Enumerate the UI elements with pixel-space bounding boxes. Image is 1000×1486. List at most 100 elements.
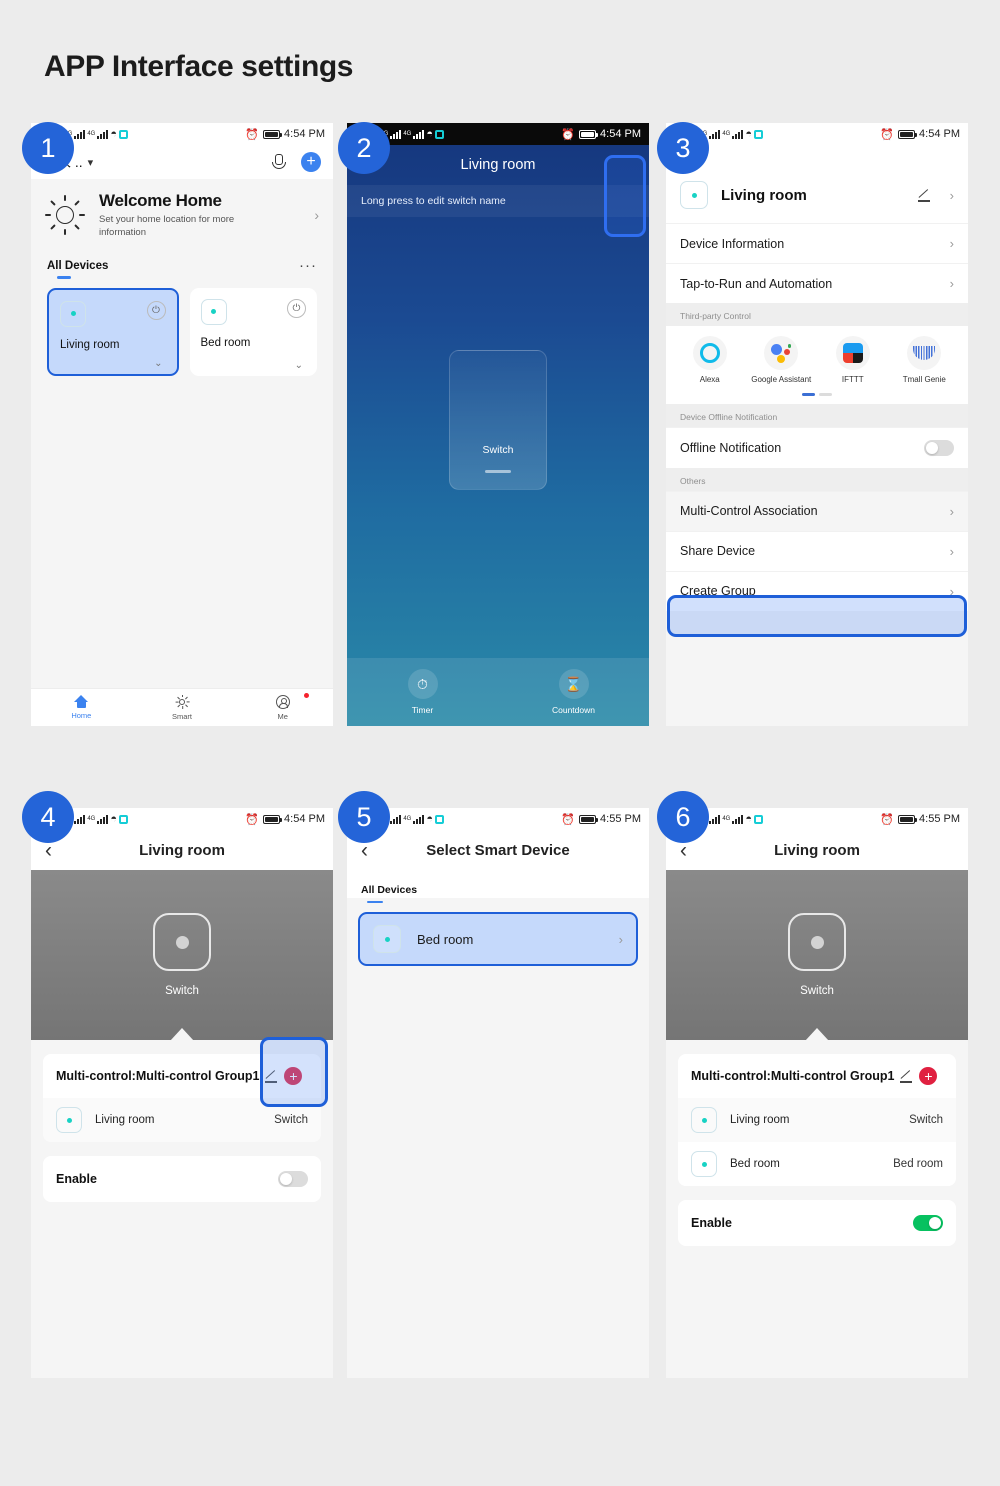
add-member-button[interactable]: + bbox=[919, 1067, 938, 1085]
member-right-label: Switch bbox=[274, 1114, 308, 1126]
welcome-card[interactable]: Welcome Home Set your home location for … bbox=[31, 179, 333, 250]
microphone-icon[interactable] bbox=[269, 153, 287, 171]
device-card-living-room[interactable]: ⏻ Living room ⌄ bbox=[47, 287, 179, 376]
countdown-button[interactable]: ⌛ Countdown bbox=[498, 658, 649, 726]
battery-icon bbox=[263, 814, 283, 824]
app-badge-icon bbox=[434, 129, 444, 139]
chevron-right-icon: › bbox=[949, 236, 954, 251]
spacer bbox=[666, 145, 968, 167]
signal-icon-2 bbox=[732, 814, 744, 824]
clock-text: 4:54 PM bbox=[600, 128, 641, 140]
signal-icon-1 bbox=[74, 129, 86, 139]
step-badge-3: 3 bbox=[657, 122, 709, 174]
row-label: Multi-Control Association bbox=[680, 504, 818, 518]
chevron-right-icon: › bbox=[314, 207, 319, 224]
row-share-device[interactable]: Share Device › bbox=[666, 530, 968, 571]
device-name: Living room bbox=[60, 338, 120, 351]
power-icon[interactable]: ⏻ bbox=[287, 298, 306, 318]
battery-icon bbox=[579, 129, 599, 139]
tab-me[interactable]: Me bbox=[232, 689, 333, 726]
timer-button[interactable]: ⏱ Timer bbox=[347, 658, 498, 726]
signal-icon-1 bbox=[709, 814, 721, 824]
enable-toggle[interactable] bbox=[913, 1215, 943, 1231]
row-offline-notification[interactable]: Offline Notification bbox=[666, 426, 968, 468]
row-tap-to-run-automation[interactable]: Tap-to-Run and Automation › bbox=[666, 263, 968, 303]
tab-home[interactable]: Home bbox=[31, 689, 132, 726]
row-device-information[interactable]: Device Information › bbox=[666, 223, 968, 263]
countdown-label: Countdown bbox=[551, 705, 595, 715]
app-badge-icon bbox=[118, 814, 128, 824]
member-name: Living room bbox=[730, 1114, 790, 1126]
device-title-row[interactable]: Living room › bbox=[666, 167, 968, 223]
app-bar-title: Living room bbox=[139, 841, 225, 859]
signal-icon-2 bbox=[97, 814, 109, 824]
chevron-right-icon: › bbox=[949, 187, 954, 203]
alarm-icon: ⏰ bbox=[880, 813, 895, 826]
device-hero: Switch bbox=[666, 870, 968, 1040]
third-party-label: Tmall Genie bbox=[902, 375, 946, 384]
row-label: Share Device bbox=[680, 544, 756, 558]
icon-bubble bbox=[764, 336, 799, 370]
app-badge-icon bbox=[753, 814, 763, 824]
switch-tile-icon bbox=[153, 913, 211, 971]
status-right: ⏰ 4:55 PM bbox=[561, 813, 641, 826]
signal-icon-1 bbox=[390, 129, 402, 139]
signal-icon-1 bbox=[390, 814, 402, 824]
enable-label: Enable bbox=[691, 1216, 732, 1230]
third-party-tmall-genie[interactable]: Tmall Genie bbox=[889, 336, 961, 385]
welcome-title: Welcome Home bbox=[99, 191, 222, 210]
add-device-button[interactable]: + bbox=[301, 152, 321, 172]
more-options-icon[interactable]: ··· bbox=[299, 258, 317, 273]
tab-label: Home bbox=[71, 711, 92, 720]
third-party-ifttt[interactable]: IFTTT bbox=[817, 336, 889, 385]
enable-toggle[interactable] bbox=[278, 1171, 308, 1187]
multi-control-card: Multi-control:Multi-control Group1 + Liv… bbox=[678, 1054, 956, 1186]
battery-icon bbox=[263, 129, 283, 139]
chevron-right-icon: › bbox=[949, 276, 954, 291]
device-card-bed-room[interactable]: ⏻ Bed room ⌄ bbox=[189, 287, 317, 376]
pencil-icon[interactable] bbox=[917, 189, 931, 202]
chevron-down-icon[interactable]: ⌄ bbox=[154, 358, 162, 369]
app-bar: ‹ Living room bbox=[31, 830, 333, 870]
power-icon[interactable]: ⏻ bbox=[146, 300, 166, 320]
switch-handle[interactable] bbox=[485, 470, 511, 473]
tab-smart[interactable]: Smart bbox=[132, 689, 233, 726]
row-label: Device Information bbox=[680, 236, 785, 251]
wifi-icon: ◓ bbox=[745, 127, 752, 140]
clock-text: 4:54 PM bbox=[284, 128, 325, 140]
member-row[interactable]: Bed room Bed room bbox=[678, 1142, 956, 1186]
app-badge-icon bbox=[118, 129, 128, 139]
member-name: Living room bbox=[95, 1114, 155, 1126]
device-tile-icon bbox=[691, 1151, 717, 1177]
network-gen-2: 4G bbox=[87, 131, 96, 137]
status-bar: bile ile HD 2G 4G ◓ ⏰ 4:55 PM bbox=[347, 808, 649, 830]
network-gen-2: 4G bbox=[722, 816, 731, 822]
section-others: Others bbox=[666, 467, 968, 491]
sun-icon bbox=[45, 195, 85, 236]
all-devices-section-header: All Devices ··· bbox=[31, 249, 333, 279]
third-party-google-assistant[interactable]: Google Assistant bbox=[746, 336, 818, 385]
icon-bubble bbox=[907, 336, 942, 370]
third-party-alexa[interactable]: Alexa bbox=[674, 336, 746, 385]
tab-all-devices[interactable]: All Devices bbox=[361, 884, 417, 903]
member-row[interactable]: Living room Switch bbox=[678, 1098, 956, 1142]
step-badge-4: 4 bbox=[22, 791, 74, 843]
highlight-box-add-member bbox=[260, 1037, 328, 1107]
timer-label: Timer bbox=[411, 705, 434, 715]
group-title: Multi-control:Multi-control Group1 bbox=[56, 1069, 260, 1083]
offline-notification-toggle[interactable] bbox=[924, 439, 954, 456]
member-name: Bed room bbox=[730, 1158, 780, 1170]
tab-all-devices[interactable]: All Devices bbox=[47, 260, 108, 279]
enable-card: Enable bbox=[43, 1156, 321, 1202]
status-right: ⏰ 4:54 PM bbox=[245, 813, 325, 826]
app-bar: ‹ Living room bbox=[666, 830, 968, 870]
app-bar-title: Living room bbox=[460, 157, 536, 173]
chevron-down-icon[interactable]: ⌄ bbox=[295, 360, 303, 371]
device-row-bed-room[interactable]: Bed room › bbox=[358, 912, 638, 966]
row-multi-control-association[interactable]: Multi-Control Association › bbox=[666, 490, 968, 531]
welcome-subtitle: Set your home location for more informat… bbox=[99, 214, 235, 238]
pencil-icon[interactable] bbox=[900, 1070, 913, 1083]
third-party-label: Alexa bbox=[699, 375, 720, 384]
switch-control[interactable]: Switch bbox=[449, 350, 547, 490]
status-bar: bile ile HD 2G 4G ◓ ⏰ 4:55 PM bbox=[666, 808, 968, 830]
